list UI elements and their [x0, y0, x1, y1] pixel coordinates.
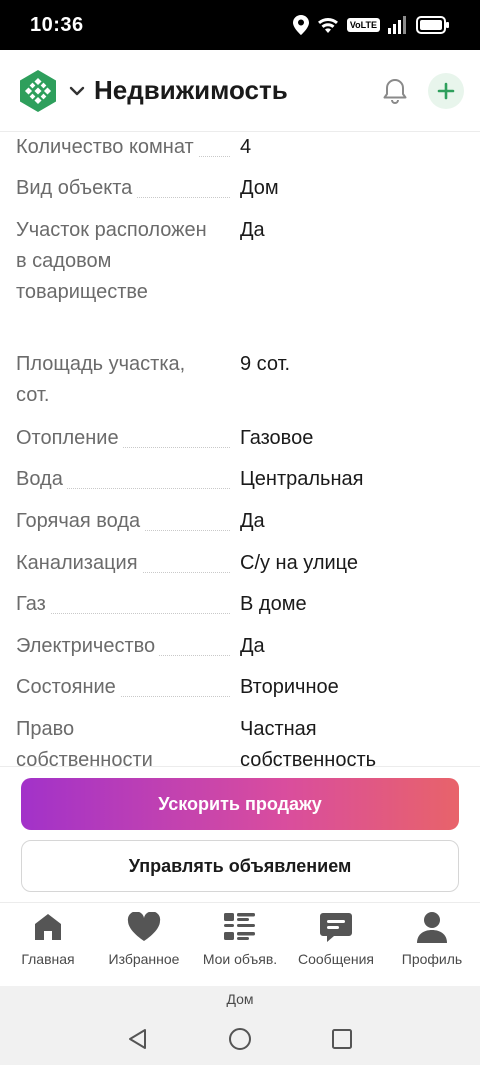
- nav-label: Избранное: [108, 951, 180, 967]
- nav-item-home[interactable]: Главная: [0, 903, 96, 986]
- nav-label: Главная: [21, 951, 75, 967]
- system-nav: [0, 1024, 480, 1054]
- property-value: С/у на улице: [240, 552, 359, 574]
- status-time: 10:36: [30, 13, 84, 36]
- status-icons: VoLTE: [292, 15, 450, 35]
- property-value: 4: [240, 136, 252, 158]
- system-area: Дом: [0, 986, 480, 1065]
- property-value: Частная собственность: [240, 718, 377, 766]
- nav-item-profile[interactable]: Профиль: [384, 903, 480, 986]
- nav-label: Профиль: [401, 951, 463, 967]
- add-listing-button[interactable]: [428, 72, 464, 109]
- property-label: Вид объекта: [16, 173, 230, 204]
- back-icon[interactable]: [123, 1024, 153, 1054]
- action-panel: Ускорить продажу Управлять объявлением: [0, 766, 480, 902]
- home-icon: [30, 909, 66, 945]
- heart-icon: [126, 909, 162, 945]
- property-value: Центральная: [240, 468, 364, 490]
- page-caption: Дом: [226, 991, 254, 1007]
- status-bar: 10:36 VoLTE: [0, 0, 480, 50]
- property-value: В доме: [240, 593, 307, 615]
- property-label: Отопление: [16, 423, 230, 454]
- promote-sale-button[interactable]: Ускорить продажу: [21, 778, 459, 830]
- bell-icon[interactable]: [380, 76, 410, 106]
- property-value: Да: [240, 219, 265, 241]
- battery-icon: [416, 16, 449, 34]
- profile-icon: [414, 909, 450, 945]
- nav-label: Сообщения: [298, 951, 374, 967]
- property-label: Электричество: [16, 631, 230, 662]
- property-value: Да: [240, 510, 265, 532]
- nav-item-my-ads[interactable]: Мои объяв.: [192, 903, 288, 986]
- wifi-icon: [317, 17, 338, 33]
- nav-item-favorites[interactable]: Избранное: [96, 903, 192, 986]
- nav-item-messages[interactable]: Сообщения: [288, 903, 384, 986]
- property-label: Количество комнат: [16, 132, 230, 163]
- property-label: Горячая вода: [16, 506, 230, 537]
- app-logo-icon[interactable]: [16, 69, 60, 113]
- property-value: Дом: [240, 177, 279, 199]
- bottom-nav: Главная Избранное Мои объяв. Сообщения П…: [0, 902, 480, 986]
- app-title[interactable]: Недвижимость: [94, 75, 288, 106]
- property-label: Площадь участка, сот.: [16, 353, 186, 406]
- property-label: Право собственности: [16, 714, 186, 766]
- property-list: Количество комнат 4 Вид объекта Дом Учас…: [0, 132, 480, 766]
- property-label: Канализация: [16, 548, 230, 579]
- volte-badge: VoLTE: [346, 18, 380, 32]
- chat-icon: [318, 909, 354, 945]
- property-label: Участок расположен в садовом товариществ…: [16, 219, 207, 303]
- app-header: Недвижимость: [0, 50, 480, 132]
- location-icon: [292, 15, 309, 35]
- property-label: Газ: [16, 589, 230, 620]
- plus-icon: [437, 82, 455, 99]
- property-value: Вторичное: [240, 676, 339, 698]
- manage-listing-button[interactable]: Управлять объявлением: [21, 840, 459, 892]
- property-value: Газовое: [240, 427, 314, 449]
- list-icon: [222, 909, 258, 945]
- signal-icon: [388, 16, 406, 34]
- property-value: 9 сот.: [240, 353, 291, 375]
- chevron-down-icon[interactable]: [68, 82, 86, 100]
- recents-icon[interactable]: [327, 1024, 357, 1054]
- property-label: Вода: [16, 464, 230, 495]
- property-value: Да: [240, 635, 265, 657]
- property-label: Состояние: [16, 672, 230, 703]
- nav-label: Мои объяв.: [202, 951, 278, 967]
- home-circle-icon[interactable]: [225, 1024, 255, 1054]
